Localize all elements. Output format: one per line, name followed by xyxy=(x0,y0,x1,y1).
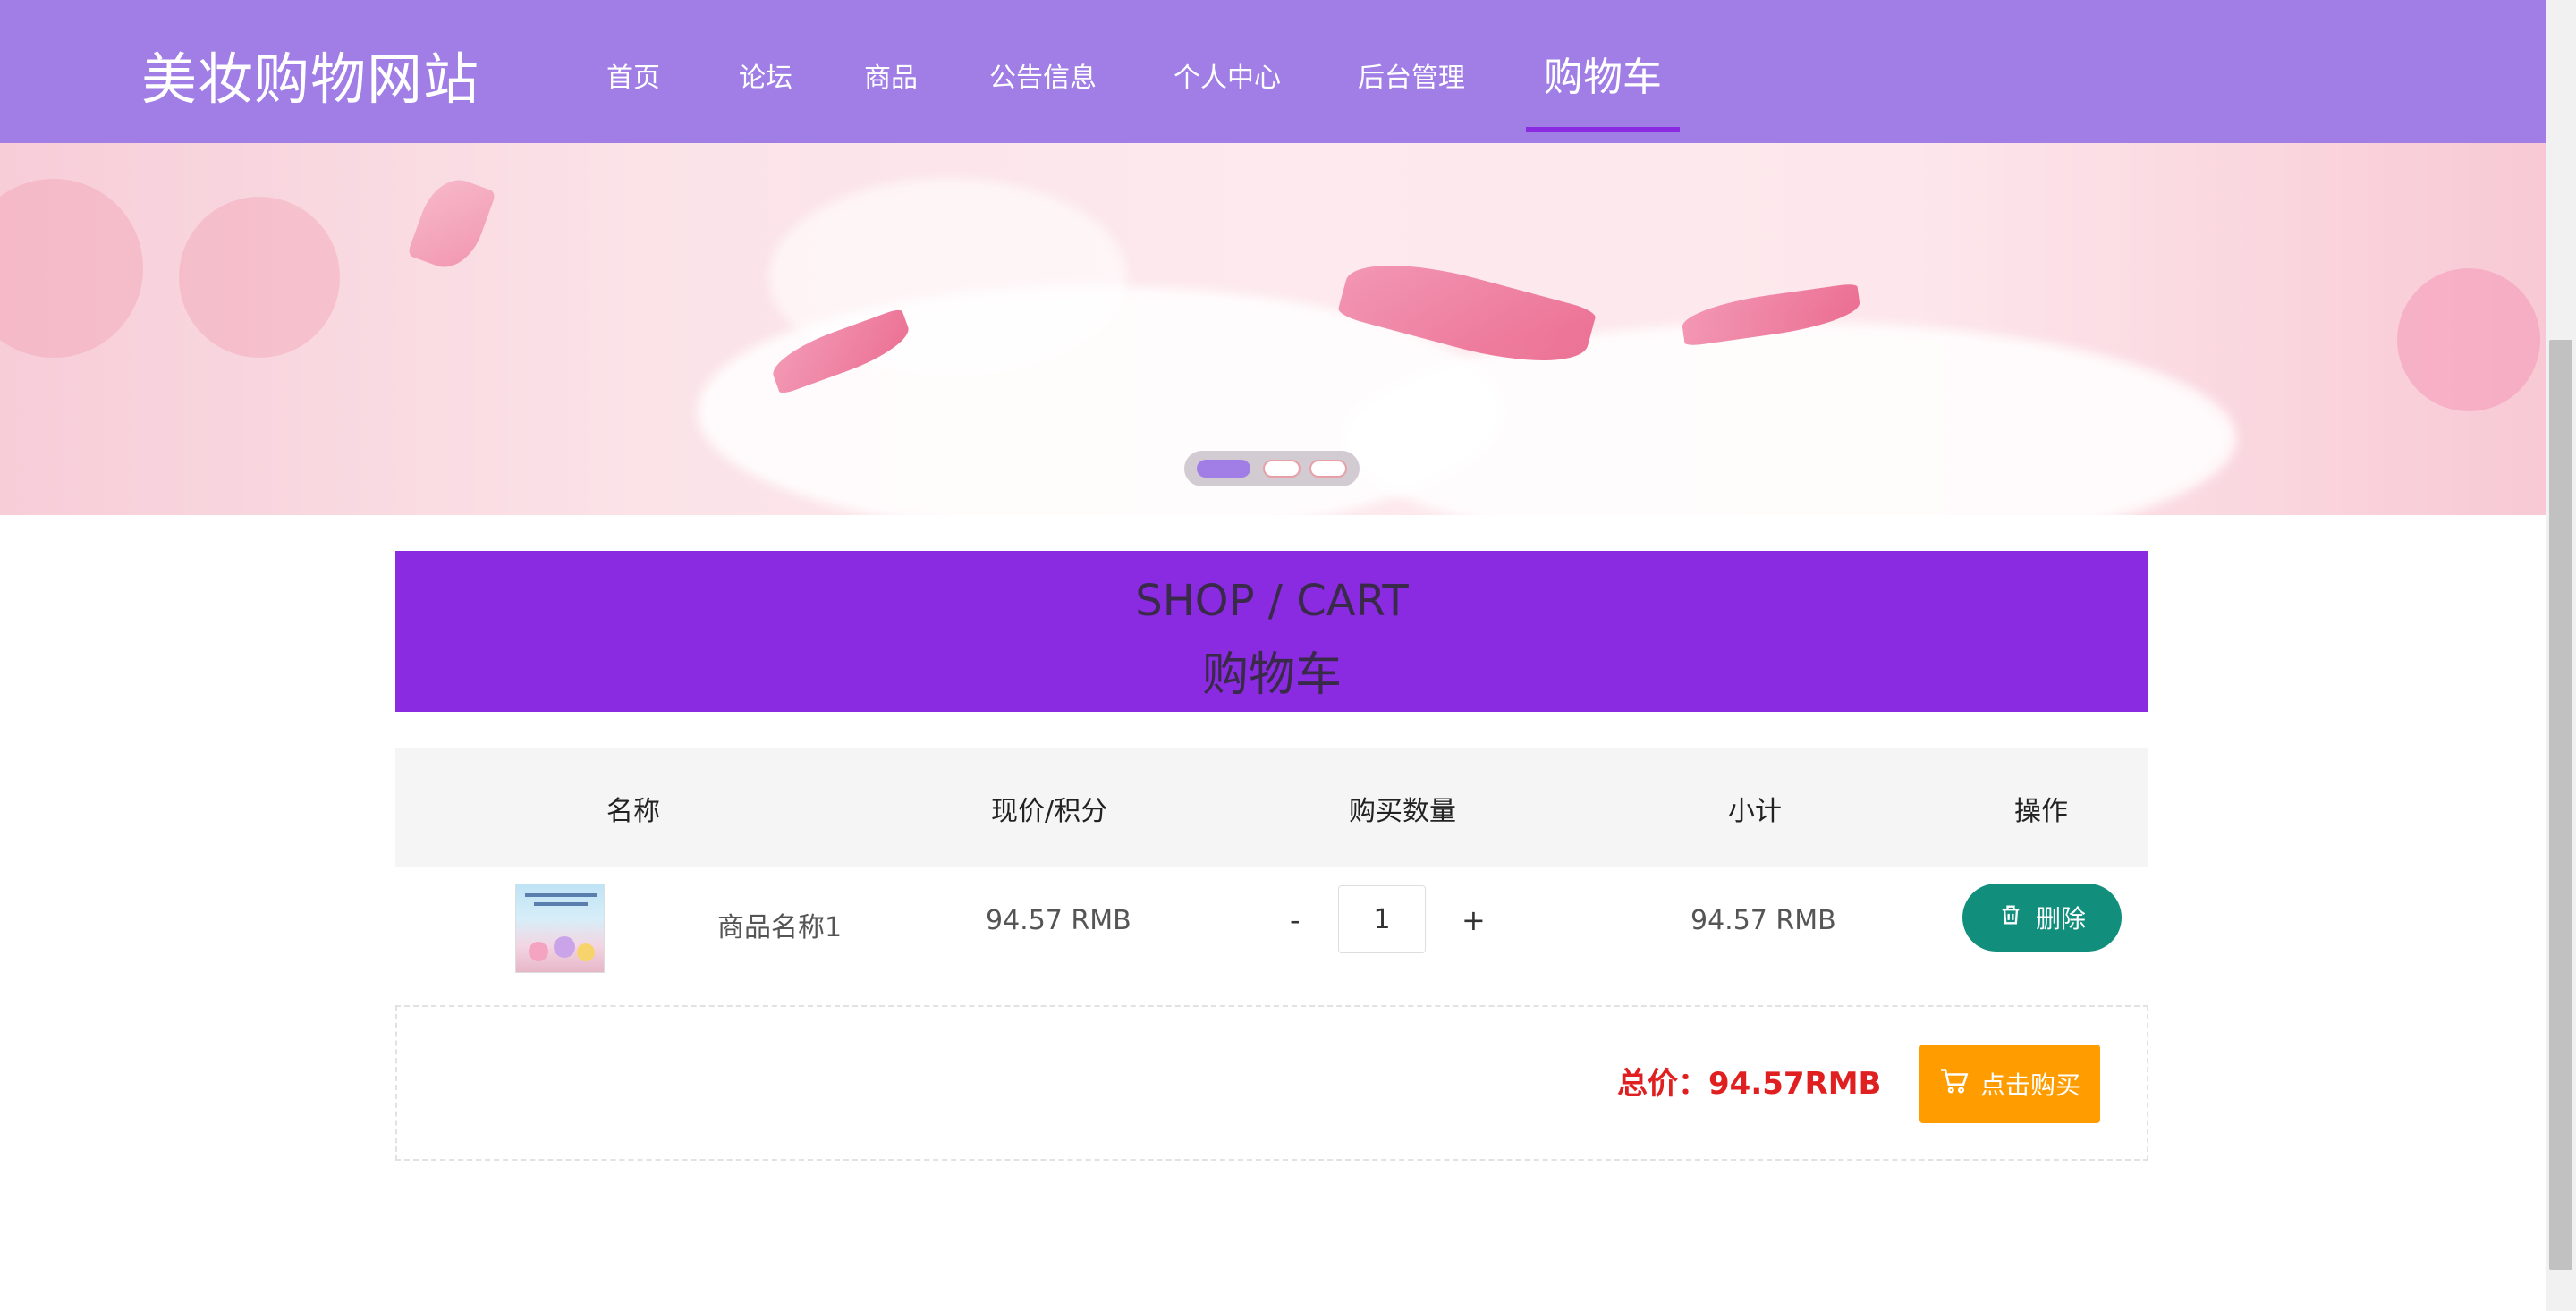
petal-decoration xyxy=(407,171,496,276)
thumbnail-decoration xyxy=(529,942,548,961)
header-name: 名称 xyxy=(606,796,660,827)
delete-button[interactable]: 删除 xyxy=(1962,884,2122,952)
quantity-increment-button[interactable]: + xyxy=(1462,903,1486,937)
site-header: 美妆购物网站 首页 论坛 商品 公告信息 个人中心 后台管理 购物车 xyxy=(0,0,2546,143)
bokeh-decoration xyxy=(179,197,340,358)
cart-icon xyxy=(1939,1068,1970,1101)
nav-admin[interactable]: 后台管理 xyxy=(1358,55,1465,95)
product-subtotal: 94.57 RMB xyxy=(1690,905,1836,936)
thumbnail-decoration xyxy=(577,943,595,961)
nav-profile[interactable]: 个人中心 xyxy=(1174,55,1281,95)
checkout-button[interactable]: 点击购买 xyxy=(1919,1045,2100,1123)
header-subtotal: 小计 xyxy=(1728,796,1782,827)
quantity-decrement-button[interactable]: - xyxy=(1290,903,1301,937)
bokeh-decoration xyxy=(2397,268,2540,411)
carousel-indicators xyxy=(1184,451,1360,486)
cart-summary: 总价：94.57RMB 点击购买 xyxy=(395,1005,2148,1161)
nav-forum[interactable]: 论坛 xyxy=(739,55,792,95)
product-thumbnail[interactable] xyxy=(515,884,605,973)
trash-icon xyxy=(1998,902,2023,934)
cart-title-en: SHOP / CART xyxy=(1135,576,1409,626)
site-logo[interactable]: 美妆购物网站 xyxy=(141,34,479,114)
thumbnail-decoration xyxy=(525,893,597,897)
carousel-dot-3[interactable] xyxy=(1309,460,1347,478)
cart-title-panel: SHOP / CART 购物车 xyxy=(395,551,2148,712)
checkout-label: 点击购买 xyxy=(1979,1070,2080,1100)
header-quantity: 购买数量 xyxy=(1349,796,1456,827)
total-price: 总价：94.57RMB xyxy=(1617,1066,1882,1102)
product-name[interactable]: 商品名称1 xyxy=(717,905,842,944)
header-action: 操作 xyxy=(2014,796,2068,827)
carousel-dot-2[interactable] xyxy=(1263,460,1301,478)
scrollbar-thumb[interactable] xyxy=(2549,340,2572,1270)
nav-notice[interactable]: 公告信息 xyxy=(989,55,1097,95)
banner-carousel[interactable] xyxy=(0,143,2546,515)
bokeh-decoration xyxy=(0,179,143,358)
thumbnail-decoration xyxy=(534,902,588,906)
product-price: 94.57 RMB xyxy=(986,905,1131,936)
cart-row: 商品名称1 94.57 RMB - + 94.57 RMB 删除 xyxy=(395,867,2148,973)
nav-cart[interactable]: 购物车 xyxy=(1544,45,1662,102)
nav-active-indicator xyxy=(1526,127,1680,132)
nav-home[interactable]: 首页 xyxy=(606,55,660,95)
carousel-dot-1[interactable] xyxy=(1197,460,1250,478)
nav-products[interactable]: 商品 xyxy=(864,55,918,95)
delete-label: 删除 xyxy=(2035,904,2086,934)
cart-table-header: 名称 现价/积分 购买数量 小计 操作 xyxy=(395,748,2148,867)
header-price: 现价/积分 xyxy=(991,796,1108,827)
quantity-input[interactable] xyxy=(1338,885,1426,953)
thumbnail-decoration xyxy=(554,936,575,958)
cart-title-cn: 购物车 xyxy=(1201,648,1342,702)
